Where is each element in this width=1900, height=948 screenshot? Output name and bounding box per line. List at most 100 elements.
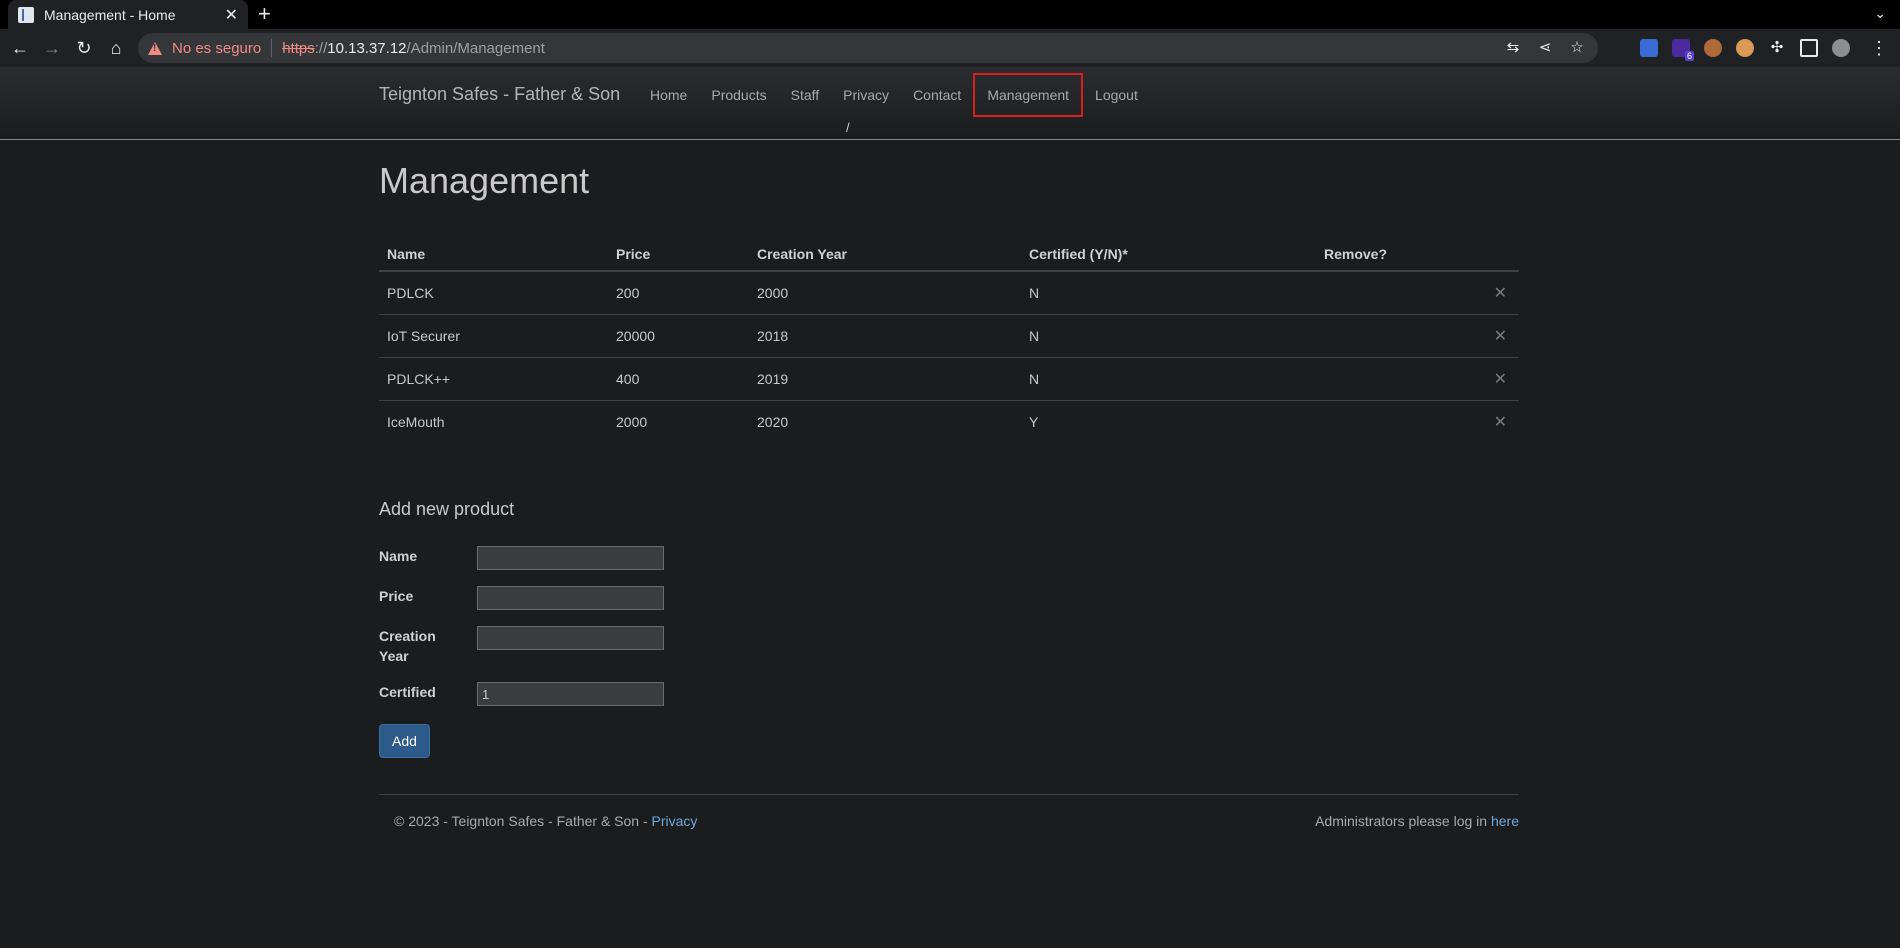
google-translate-extension-icon[interactable] — [1640, 39, 1658, 57]
nav-privacy[interactable]: Privacy — [831, 73, 901, 117]
name-input[interactable] — [477, 546, 664, 570]
creation-year-row: Creation Year — [379, 626, 1519, 666]
cell-remove: ✕ — [1316, 270, 1519, 315]
cell-certified: N — [1021, 357, 1316, 401]
extension-badge-count: 6 — [1684, 51, 1694, 61]
site-navbar: Teignton Safes - Father & Son Home Produ… — [0, 67, 1900, 140]
footer: © 2023 - Teignton Safes - Father & Son -… — [379, 795, 1534, 829]
url-separator: :// — [314, 39, 328, 57]
close-tab-icon[interactable]: ✕ — [225, 5, 238, 25]
table-row: PDLCK++ 400 2019 N ✕ — [379, 357, 1519, 401]
warning-icon — [148, 41, 162, 55]
url-host: 10.13.37.12 — [327, 39, 407, 57]
side-panel-icon[interactable] — [1800, 39, 1818, 57]
certified-input[interactable] — [477, 682, 664, 706]
products-table: Name Price Creation Year Certified (Y/N)… — [379, 238, 1519, 443]
creation-year-input[interactable] — [477, 626, 664, 650]
add-button[interactable]: Add — [379, 724, 430, 758]
cell-remove: ✕ — [1316, 400, 1519, 443]
remove-x-icon[interactable]: ✕ — [1494, 285, 1507, 302]
footer-privacy-link[interactable]: Privacy — [652, 813, 698, 829]
cell-certified: N — [1021, 314, 1316, 358]
home-icon[interactable]: ⌂ — [104, 36, 128, 60]
nav-management[interactable]: Management — [973, 73, 1084, 117]
reload-icon[interactable]: ↻ — [72, 36, 96, 60]
certified-row: Certified — [379, 682, 1519, 706]
extensions-puzzle-icon[interactable]: ✣ — [1768, 39, 1786, 57]
cell-name: PDLCK — [379, 270, 608, 315]
nav-contact[interactable]: Contact — [901, 73, 973, 117]
cell-price: 400 — [608, 357, 749, 401]
tab-search-chevron-icon[interactable]: ⌄ — [1874, 5, 1886, 22]
nav-logout[interactable]: Logout — [1083, 73, 1150, 117]
nav-products[interactable]: Products — [699, 73, 778, 117]
share-icon[interactable]: ⋖ — [1536, 39, 1554, 57]
footer-right: Administrators please log in here — [1315, 813, 1519, 829]
cell-price: 200 — [608, 270, 749, 315]
name-label: Name — [379, 548, 418, 564]
omnibox-divider — [271, 39, 273, 57]
add-product-heading: Add new product — [379, 499, 515, 519]
footer-admin-text: Administrators please log in — [1315, 813, 1491, 829]
price-row: Price — [379, 586, 1519, 610]
certified-label: Certified — [379, 684, 436, 700]
cookie-editor-extension-icon[interactable] — [1736, 39, 1754, 57]
cell-name: IceMouth — [379, 400, 608, 443]
cell-name: IoT Securer — [379, 314, 608, 358]
cell-creation-year: 2019 — [749, 357, 1021, 401]
footer-left: © 2023 - Teignton Safes - Father & Son -… — [394, 813, 697, 829]
address-bar[interactable]: No es seguro https :// 10.13.37.12 /Admi… — [138, 33, 1598, 63]
cell-creation-year: 2018 — [749, 314, 1021, 358]
col-header-price: Price — [608, 238, 749, 272]
remove-x-icon[interactable]: ✕ — [1494, 328, 1507, 345]
table-row: IoT Securer 20000 2018 N ✕ — [379, 314, 1519, 358]
translate-icon[interactable]: ⇆ — [1504, 39, 1522, 57]
admin-login-link[interactable]: here — [1491, 813, 1519, 829]
footer-copyright: © 2023 - Teignton Safes - Father & Son - — [394, 813, 652, 829]
cell-price: 2000 — [608, 400, 749, 443]
browser-menu-icon[interactable]: ⋮ — [1870, 38, 1888, 59]
cookie-extension-icon[interactable] — [1704, 39, 1722, 57]
name-row: Name — [379, 546, 1519, 570]
bookmark-star-icon[interactable]: ☆ — [1568, 39, 1586, 57]
browser-tabstrip: Management - Home ✕ + ⌄ — [0, 0, 1900, 29]
remove-x-icon[interactable]: ✕ — [1494, 414, 1507, 431]
forward-arrow-icon[interactable]: → — [40, 36, 64, 60]
table-header-row: Name Price Creation Year Certified (Y/N)… — [379, 238, 1519, 272]
page-favicon-icon — [18, 6, 34, 23]
col-header-remove: Remove? — [1316, 238, 1519, 272]
url-scheme: https — [282, 39, 315, 57]
nav-links: Home Products Staff Privacy Contact Mana… — [638, 73, 1150, 117]
profile-avatar[interactable] — [1832, 39, 1850, 57]
table-row: PDLCK 200 2000 N ✕ — [379, 270, 1519, 315]
new-tab-icon[interactable]: + — [258, 1, 271, 27]
cell-name: PDLCK++ — [379, 357, 608, 401]
browser-tab[interactable]: Management - Home ✕ — [8, 0, 248, 29]
url-path: /Admin/Management — [406, 39, 545, 57]
extension-badge-icon[interactable]: 6 — [1672, 39, 1694, 61]
nav-home[interactable]: Home — [638, 73, 699, 117]
cell-price: 20000 — [608, 314, 749, 358]
col-header-certified: Certified (Y/N)* — [1021, 238, 1316, 272]
page-title: Management — [379, 160, 590, 201]
brand-link[interactable]: Teignton Safes - Father & Son — [379, 84, 620, 105]
cell-creation-year: 2000 — [749, 270, 1021, 315]
cell-creation-year: 2020 — [749, 400, 1021, 443]
price-label: Price — [379, 588, 414, 604]
insecure-label[interactable]: No es seguro — [172, 40, 261, 57]
creation-year-label: Creation Year — [379, 628, 436, 664]
col-header-creation-year: Creation Year — [749, 238, 1021, 272]
col-header-name: Name — [379, 238, 608, 272]
remove-x-icon[interactable]: ✕ — [1494, 371, 1507, 388]
browser-toolbar: ← → ↻ ⌂ No es seguro https :// 10.13.37.… — [0, 29, 1900, 67]
back-arrow-icon[interactable]: ← — [8, 36, 32, 60]
breadcrumb: / — [846, 120, 850, 135]
table-row: IceMouth 2000 2020 Y ✕ — [379, 400, 1519, 443]
cell-certified: N — [1021, 270, 1316, 315]
nav-staff[interactable]: Staff — [779, 73, 832, 117]
price-input[interactable] — [477, 586, 664, 610]
main-content: Management Name Price Creation Year Cert… — [379, 140, 1519, 829]
cell-remove: ✕ — [1316, 314, 1519, 358]
tab-title: Management - Home — [44, 6, 176, 23]
cell-remove: ✕ — [1316, 357, 1519, 401]
